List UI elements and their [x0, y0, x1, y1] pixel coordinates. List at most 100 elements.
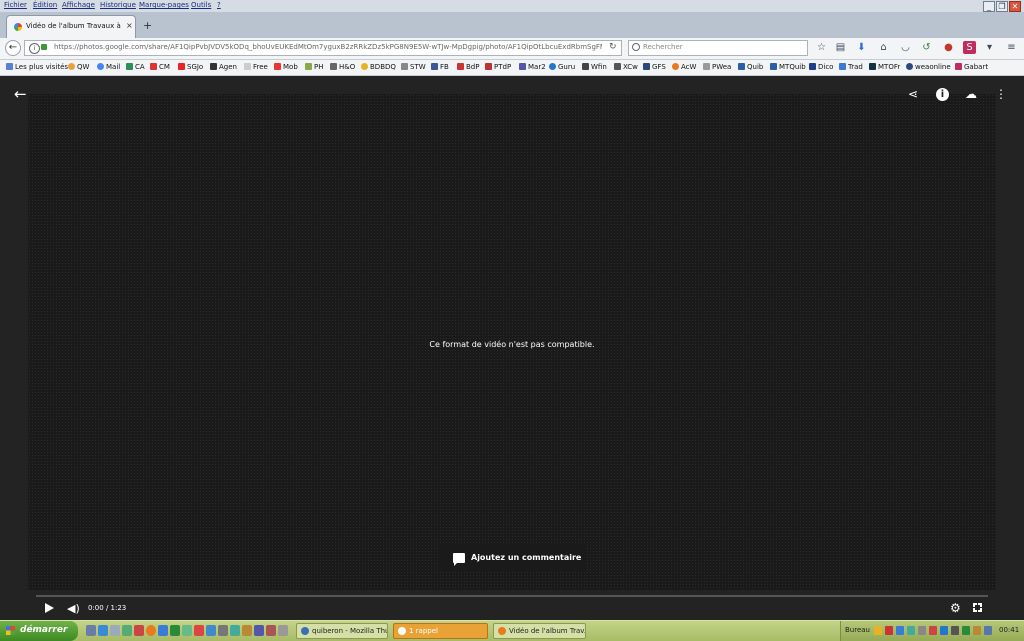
- bookmark-item[interactable]: FB: [431, 63, 449, 71]
- bookmark-item[interactable]: Free: [244, 63, 268, 71]
- quicklaunch-icon[interactable]: [242, 625, 252, 636]
- pocket-icon[interactable]: ◡: [899, 41, 912, 54]
- dropdown-icon[interactable]: ▾: [983, 41, 996, 54]
- bookmark-item[interactable]: Mail: [97, 63, 120, 71]
- bookmark-item[interactable]: SGJo: [178, 63, 203, 71]
- bookmark-item[interactable]: BdP: [457, 63, 479, 71]
- cloud-download-icon[interactable]: ☁: [963, 86, 979, 102]
- video-progress-bar[interactable]: [36, 595, 988, 597]
- tray-icon[interactable]: [929, 626, 937, 635]
- bookmark-item[interactable]: CM: [150, 63, 170, 71]
- menu-edition[interactable]: Édition: [33, 1, 57, 9]
- hamburger-menu-icon[interactable]: ≡: [1005, 41, 1018, 54]
- tab-google-photos[interactable]: Vidéo de l'album Travaux à Po... ×: [6, 15, 136, 38]
- volume-icon[interactable]: ◀): [67, 602, 80, 615]
- tray-icon[interactable]: [962, 626, 970, 635]
- gear-icon[interactable]: ⚙: [950, 601, 961, 615]
- bookmark-item[interactable]: PH: [305, 63, 324, 71]
- bookmark-item[interactable]: Quib: [738, 63, 763, 71]
- extension-s-icon[interactable]: S: [963, 41, 976, 54]
- back-button[interactable]: ←: [5, 40, 21, 56]
- bookmark-item[interactable]: MTQuib: [770, 63, 806, 71]
- bookmark-item[interactable]: Trad: [839, 63, 863, 71]
- add-comment-button[interactable]: Ajoutez un commentaire: [440, 544, 586, 572]
- start-button[interactable]: démarrer: [0, 621, 78, 641]
- info-icon[interactable]: i: [29, 43, 40, 54]
- library-icon[interactable]: ▤: [834, 41, 847, 54]
- bookmark-item[interactable]: Mob: [274, 63, 298, 71]
- quicklaunch-icon[interactable]: [278, 625, 288, 636]
- back-arrow-icon[interactable]: ←: [14, 85, 32, 103]
- sync-icon[interactable]: ↺: [920, 41, 933, 54]
- bookmark-item[interactable]: Guru: [549, 63, 575, 71]
- quicklaunch-icon[interactable]: [134, 625, 144, 636]
- fullscreen-icon[interactable]: [972, 602, 983, 613]
- quicklaunch-icon[interactable]: [266, 625, 276, 636]
- bookmark-item[interactable]: CA: [126, 63, 145, 71]
- bookmark-item[interactable]: GFS: [643, 63, 666, 71]
- bookmark-item[interactable]: Mar2: [519, 63, 546, 71]
- quicklaunch-icon[interactable]: [230, 625, 240, 636]
- tray-icon[interactable]: [885, 626, 893, 635]
- menu-affichage[interactable]: Affichage: [62, 1, 95, 9]
- tray-icon[interactable]: [951, 626, 959, 635]
- reload-icon[interactable]: ↻: [609, 42, 617, 52]
- bookmark-item[interactable]: Dico: [809, 63, 833, 71]
- bookmark-item[interactable]: Agen: [210, 63, 237, 71]
- quicklaunch-icon[interactable]: [86, 625, 96, 636]
- quicklaunch-icon[interactable]: [206, 625, 216, 636]
- tray-icon[interactable]: [918, 626, 926, 635]
- quicklaunch-icon[interactable]: [158, 625, 168, 636]
- tray-label[interactable]: Bureau: [845, 626, 870, 634]
- menu-marque-pages[interactable]: Marque-pages: [139, 1, 189, 9]
- share-icon[interactable]: ⋖: [905, 86, 921, 102]
- bookmark-item[interactable]: PWea: [703, 63, 731, 71]
- bookmark-item[interactable]: AcW: [672, 63, 696, 71]
- quicklaunch-icon[interactable]: [254, 625, 264, 636]
- tray-icon[interactable]: [874, 626, 882, 635]
- menu-historique[interactable]: Historique: [100, 1, 136, 9]
- quicklaunch-icon[interactable]: [170, 625, 180, 636]
- bookmark-item[interactable]: Les plus visités: [6, 63, 68, 71]
- bookmark-item[interactable]: QW: [68, 63, 89, 71]
- quicklaunch-icon[interactable]: [110, 625, 120, 636]
- tab-close-icon[interactable]: ×: [126, 21, 133, 30]
- bookmark-item[interactable]: PTdP: [485, 63, 511, 71]
- tray-icon[interactable]: [940, 626, 948, 635]
- bookmark-item[interactable]: Gabart: [955, 63, 988, 71]
- more-options-icon[interactable]: ⋮: [993, 86, 1009, 102]
- quicklaunch-icon[interactable]: [194, 625, 204, 636]
- home-icon[interactable]: ⌂: [877, 41, 890, 54]
- quicklaunch-icon[interactable]: [98, 625, 108, 636]
- taskbar-task-firefox[interactable]: Vidéo de l'album Trav...: [493, 623, 586, 639]
- bookmark-item[interactable]: STW: [401, 63, 426, 71]
- bookmark-item[interactable]: Wfin: [582, 63, 607, 71]
- tray-icon[interactable]: [973, 626, 981, 635]
- url-bar[interactable]: i https://photos.google.com/share/AF1Qip…: [24, 40, 622, 56]
- bookmark-item[interactable]: XCw: [614, 63, 638, 71]
- quicklaunch-icon[interactable]: [218, 625, 228, 636]
- close-window-button[interactable]: ✕: [1009, 1, 1021, 12]
- menu-fichier[interactable]: Fichier: [4, 1, 27, 9]
- tray-icon[interactable]: [896, 626, 904, 635]
- info-icon[interactable]: i: [936, 88, 949, 101]
- bookmark-item[interactable]: H&O: [330, 63, 355, 71]
- menu-help[interactable]: ?: [217, 1, 221, 9]
- quicklaunch-icon[interactable]: [182, 625, 192, 636]
- download-icon[interactable]: ⬇: [855, 41, 868, 54]
- bookmark-item[interactable]: weaonline: [906, 63, 951, 71]
- minimize-button[interactable]: _: [983, 1, 995, 12]
- bookmark-star-icon[interactable]: ☆: [815, 41, 828, 54]
- bookmark-item[interactable]: MTOFr: [869, 63, 900, 71]
- play-icon[interactable]: [45, 603, 54, 613]
- maximize-button[interactable]: ❐: [996, 1, 1008, 12]
- quicklaunch-icon[interactable]: [122, 625, 132, 636]
- tray-icon[interactable]: [907, 626, 915, 635]
- taskbar-task-reminder[interactable]: 1 rappel: [393, 623, 488, 639]
- taskbar-task-thunderbird[interactable]: quiberon - Mozilla Thu...: [296, 623, 388, 639]
- volume-tray-icon[interactable]: [984, 626, 992, 635]
- firefox-icon[interactable]: [146, 625, 156, 636]
- new-tab-icon[interactable]: +: [143, 19, 152, 32]
- url-text[interactable]: https://photos.google.com/share/AF1QipPv…: [54, 43, 602, 51]
- menu-outils[interactable]: Outils: [191, 1, 211, 9]
